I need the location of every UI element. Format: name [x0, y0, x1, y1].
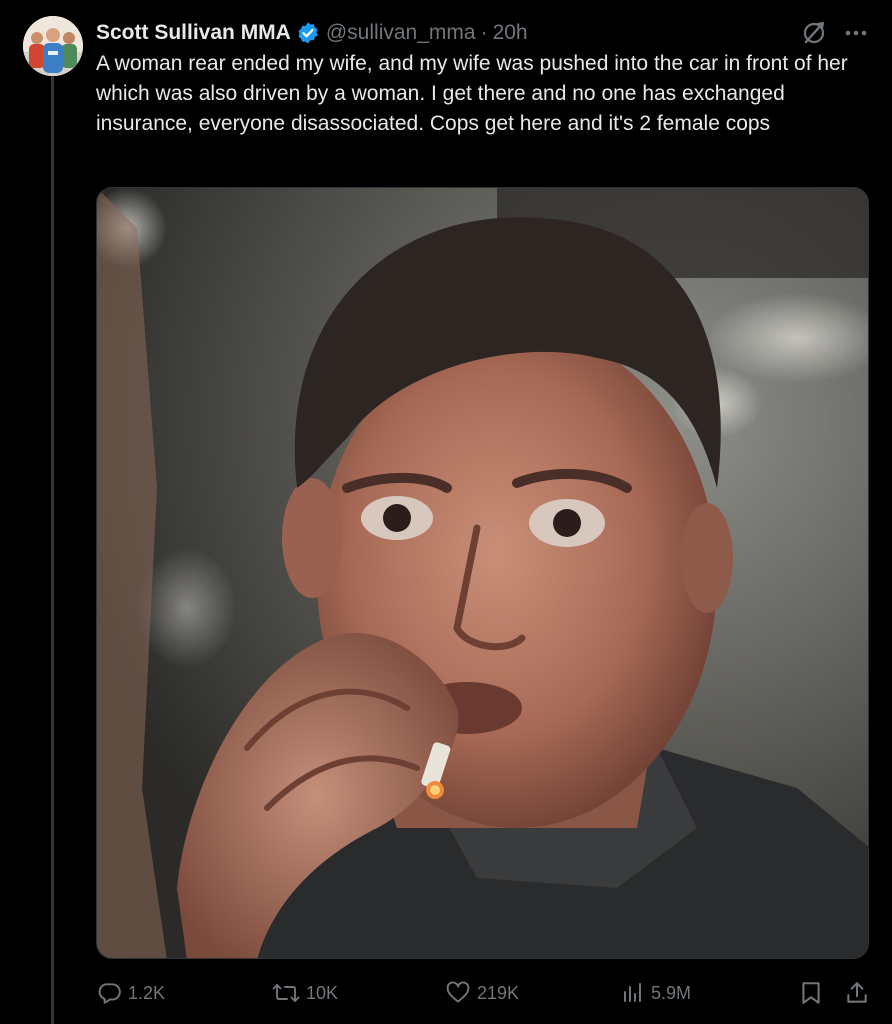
repost-button[interactable]: 10K: [272, 976, 338, 1010]
like-button[interactable]: 219K: [445, 976, 519, 1010]
bookmark-button[interactable]: [798, 976, 830, 1010]
repost-count: 10K: [306, 982, 339, 1003]
reply-count: 1.2K: [128, 982, 166, 1003]
more-icon[interactable]: [841, 20, 871, 46]
tweet-header: Scott Sullivan MMA @sullivan_mma · 20h: [96, 18, 528, 48]
heart-icon: [446, 981, 470, 1003]
like-count: 219K: [477, 982, 520, 1003]
tweet-photo[interactable]: [96, 187, 869, 959]
thread-line: [51, 76, 54, 1024]
avatar-image: [23, 16, 83, 76]
avatar[interactable]: [23, 16, 83, 76]
grok-icon[interactable]: [801, 20, 827, 46]
tweet-actions: 1.2K 10K 219K 5.9M: [96, 976, 871, 1010]
reply-icon: [98, 983, 121, 1004]
views-chart-icon: [624, 983, 641, 1002]
views-count: 5.9M: [651, 982, 692, 1003]
separator-dot: ·: [480, 21, 488, 44]
repost-icon: [272, 984, 300, 1002]
share-icon: [847, 982, 867, 1003]
bookmark-icon: [802, 982, 820, 1004]
user-handle[interactable]: @sullivan_mma: [326, 21, 476, 45]
share-button[interactable]: [844, 976, 876, 1010]
tweet-text: A woman rear ended my wife, and my wife …: [96, 52, 854, 135]
display-name[interactable]: Scott Sullivan MMA: [96, 21, 291, 45]
photo-image: [97, 188, 868, 958]
reply-button[interactable]: 1.2K: [96, 976, 165, 1010]
views-button[interactable]: 5.9M: [621, 976, 691, 1010]
timestamp[interactable]: 20h: [493, 21, 528, 45]
verified-badge-icon: [296, 21, 320, 45]
